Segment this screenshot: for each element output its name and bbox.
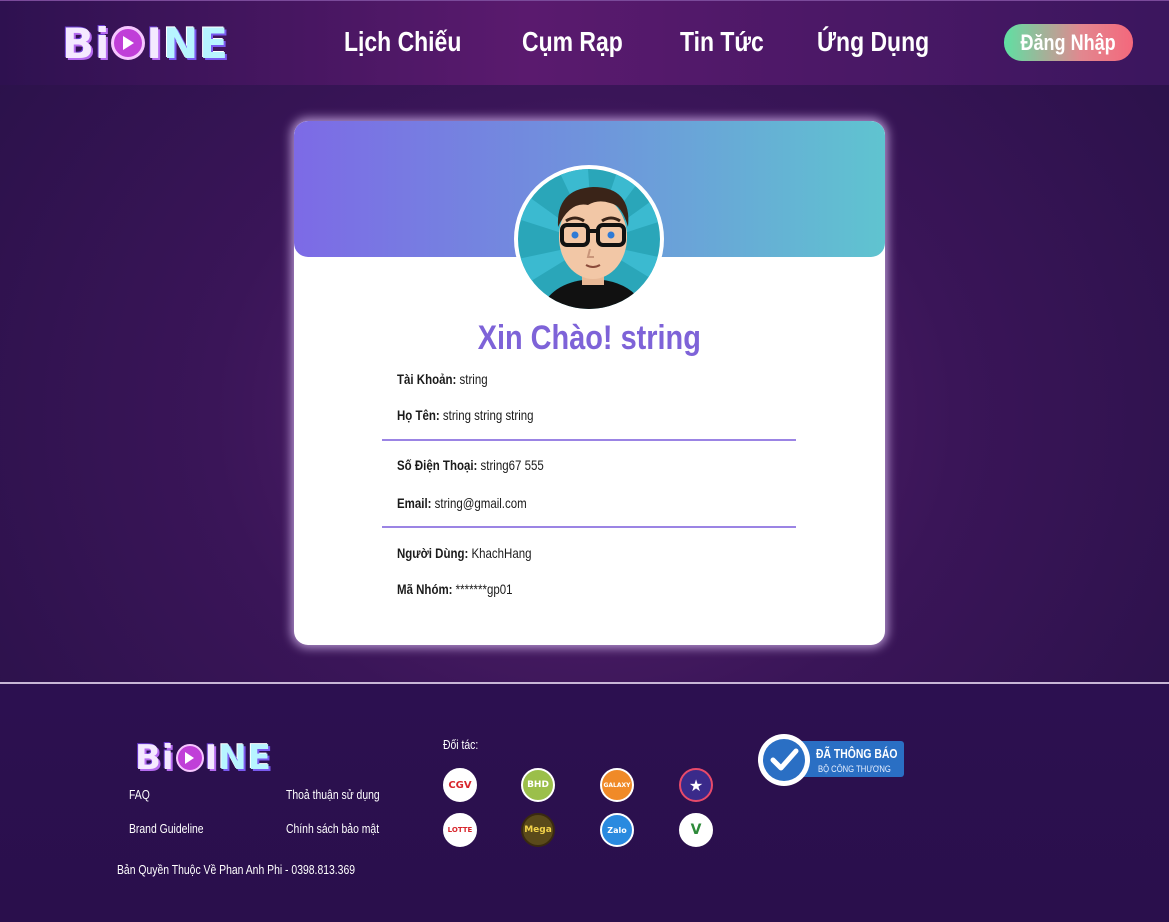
field-fullname: Họ Tên: string string string xyxy=(397,407,563,423)
footer xyxy=(0,684,1169,922)
footer-link-privacy[interactable]: Chính sách bảo mật xyxy=(286,821,402,836)
field-label: Email: xyxy=(397,495,432,511)
partners-title-text: Đối tác: xyxy=(443,737,479,752)
field-account: Tài Khoản: string xyxy=(397,371,507,387)
footer-link-privacy-label: Chính sách bảo mật xyxy=(286,821,380,836)
partner-zalopay-icon[interactable]: Zalo xyxy=(600,813,634,847)
avatar xyxy=(514,165,664,313)
main-nav: Lịch Chiếu Cụm Rạp Tin Tức Ứng Dụng xyxy=(344,26,954,58)
field-value: *******gp01 xyxy=(455,581,513,597)
field-value: string67 555 xyxy=(480,457,544,473)
greeting-text: Xin Chào! string xyxy=(477,319,702,357)
footer-link-faq-label: FAQ xyxy=(129,787,150,802)
footer-link-terms-label: Thoả thuận sử dụng xyxy=(286,787,380,802)
greeting-title: Xin Chào! string xyxy=(294,319,885,358)
logo-text-right: NE xyxy=(218,738,272,778)
logo-text-right: NE xyxy=(163,18,229,68)
nav-cinemas[interactable]: Cụm Rạp xyxy=(522,26,623,58)
field-value: KhachHang xyxy=(471,545,532,561)
footer-logo[interactable]: Bi I NE xyxy=(135,738,272,778)
nav-news[interactable]: Tin Tức xyxy=(680,26,764,58)
play-icon xyxy=(111,26,146,60)
partner-label: GALAXY xyxy=(603,781,631,789)
notice-line1-text: ĐÃ THÔNG BÁO xyxy=(816,746,898,761)
notice-line2: BỘ CÔNG THƯƠNG xyxy=(818,764,904,774)
field-label: Tài Khoản: xyxy=(397,371,457,387)
logo-letter-i: I xyxy=(204,738,219,778)
partner-label: V xyxy=(690,822,702,838)
partner-bhd-icon[interactable]: BHD xyxy=(521,768,555,802)
partner-megags-icon[interactable]: Mega xyxy=(521,813,555,847)
logo-text-left: Bi xyxy=(62,18,111,68)
logo-text-left: Bi xyxy=(135,738,175,778)
copyright: Bản Quyền Thuộc Về Phan Anh Phi - 0398.8… xyxy=(117,862,415,877)
avatar-illustration xyxy=(518,169,660,309)
field-value: string string string xyxy=(442,407,534,423)
partner-vietcombank-icon[interactable]: V xyxy=(679,813,713,847)
footer-link-faq[interactable]: FAQ xyxy=(129,787,155,802)
field-label: Họ Tên: xyxy=(397,407,440,423)
field-label: Người Dùng: xyxy=(397,545,469,561)
field-label: Số Điện Thoại: xyxy=(397,457,478,473)
copyright-text: Bản Quyền Thuộc Về Phan Anh Phi - 0398.8… xyxy=(117,862,356,877)
notice-line2-text: BỘ CÔNG THƯƠNG xyxy=(818,764,891,774)
profile-card: Xin Chào! string Tài Khoản: string Họ Tê… xyxy=(294,121,885,645)
divider xyxy=(382,439,796,441)
partners-title: Đối tác: xyxy=(443,737,487,752)
partner-label: Zalo xyxy=(607,825,627,835)
site-logo[interactable]: Bi I NE xyxy=(62,18,229,68)
notice-line1: ĐÃ THÔNG BÁO xyxy=(816,746,918,761)
nav-showtimes[interactable]: Lịch Chiếu xyxy=(344,26,461,58)
partner-cgv-icon[interactable]: CGV xyxy=(443,768,477,802)
footer-link-terms[interactable]: Thoả thuận sử dụng xyxy=(286,787,403,802)
play-icon xyxy=(175,744,204,772)
field-value: string@gmail.com xyxy=(434,495,527,511)
nav-apps[interactable]: Ứng Dụng xyxy=(817,26,929,58)
field-phone: Số Điện Thoại: string67 555 xyxy=(397,457,576,473)
field-label: Mã Nhóm: xyxy=(397,581,453,597)
login-button[interactable]: Đăng Nhập xyxy=(1004,24,1133,61)
partner-cinestar-icon[interactable]: ★ xyxy=(679,768,713,802)
footer-link-brand-label: Brand Guideline xyxy=(129,821,204,836)
partner-label: LOTTE xyxy=(447,826,473,834)
field-email: Email: string@gmail.com xyxy=(397,495,555,511)
partner-label: CGV xyxy=(448,779,472,791)
login-button-label: Đăng Nhập xyxy=(1020,29,1117,55)
divider xyxy=(382,526,796,528)
field-user-type: Người Dùng: KhachHang xyxy=(397,545,561,561)
logo-letter-i: I xyxy=(146,18,164,68)
ministry-notice-badge[interactable]: ĐÃ THÔNG BÁO BỘ CÔNG THƯƠNG xyxy=(758,733,904,787)
field-group-code: Mã Nhóm: *******gp01 xyxy=(397,581,538,597)
field-value: string xyxy=(459,371,488,387)
partner-lotte-icon[interactable]: LOTTE xyxy=(443,813,477,847)
partner-label: Mega xyxy=(524,825,552,835)
partner-label: BHD xyxy=(527,780,549,790)
footer-link-brand[interactable]: Brand Guideline xyxy=(129,821,222,836)
partner-label: ★ xyxy=(688,775,704,795)
partner-galaxy-icon[interactable]: GALAXY xyxy=(600,768,634,802)
